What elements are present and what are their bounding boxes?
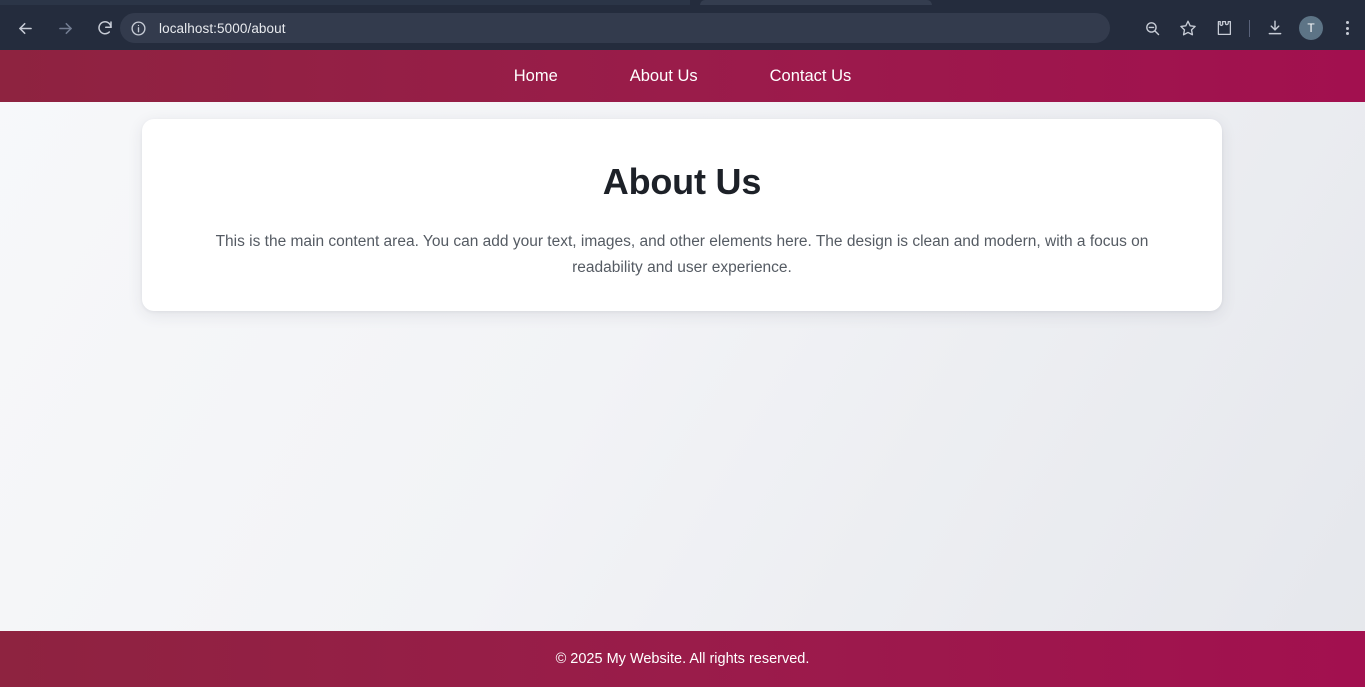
- browser-tab-inactive[interactable]: [700, 0, 932, 5]
- bookmark-star-icon: [1179, 19, 1197, 37]
- page-title: About Us: [602, 161, 762, 202]
- extensions-button[interactable]: [1209, 13, 1239, 43]
- browser-menu-button[interactable]: [1332, 13, 1362, 43]
- browser-window: localhost:5000/about T Home About Us Con…: [0, 0, 1365, 687]
- bookmark-button[interactable]: [1173, 13, 1203, 43]
- extensions-puzzle-icon: [1215, 19, 1233, 37]
- nav-link-home[interactable]: Home: [478, 50, 594, 102]
- url-text[interactable]: localhost:5000/about: [159, 21, 286, 36]
- page-viewport: Home About Us Contact Us About Us This i…: [0, 50, 1365, 687]
- toolbar-divider: [1249, 19, 1250, 37]
- back-arrow-icon: [16, 19, 35, 38]
- downloads-icon: [1266, 19, 1284, 37]
- zoom-out-icon: [1144, 20, 1161, 37]
- forward-arrow-icon: [56, 19, 75, 38]
- site-info-icon: [130, 20, 147, 37]
- avatar: T: [1299, 16, 1323, 40]
- reload-icon: [96, 19, 114, 37]
- nav-link-about-us[interactable]: About Us: [594, 50, 734, 102]
- site-navigation: Home About Us Contact Us: [0, 50, 1365, 102]
- address-bar[interactable]: localhost:5000/about: [120, 13, 1110, 43]
- browser-tab-active[interactable]: [0, 0, 690, 5]
- forward-button[interactable]: [48, 11, 82, 45]
- back-button[interactable]: [8, 11, 42, 45]
- site-footer: © 2025 My Website. All rights reserved.: [0, 631, 1365, 687]
- toolbar-right-actions: T: [1134, 13, 1365, 43]
- reload-button[interactable]: [88, 11, 122, 45]
- profile-button[interactable]: T: [1296, 13, 1326, 43]
- main-content-card: About Us This is the main content area. …: [142, 119, 1222, 311]
- three-dot-menu-icon: [1345, 21, 1349, 35]
- zoom-out-button[interactable]: [1137, 13, 1167, 43]
- downloads-button[interactable]: [1260, 13, 1290, 43]
- page-description: This is the main content area. You can a…: [215, 233, 1149, 276]
- copyright-text: © 2025 My Website. All rights reserved.: [555, 651, 810, 667]
- browser-toolbar: localhost:5000/about T: [0, 6, 1365, 50]
- nav-link-contact-us[interactable]: Contact Us: [734, 50, 888, 102]
- site-info-button[interactable]: [125, 15, 151, 41]
